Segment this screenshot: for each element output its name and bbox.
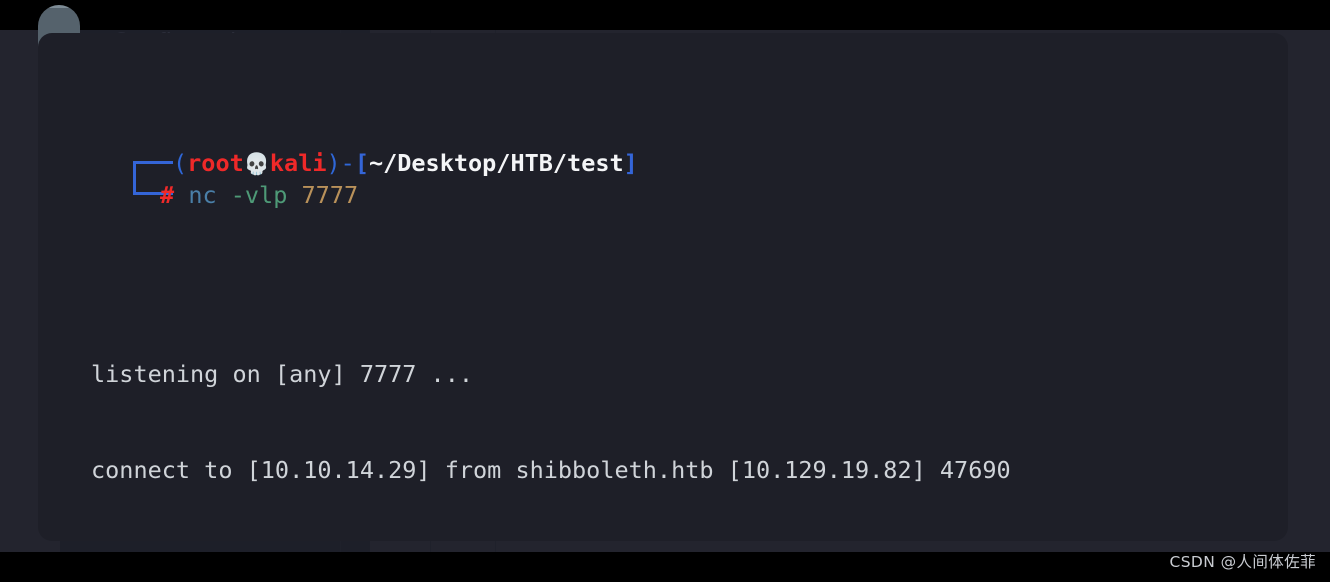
watermark: CSDN @人间体佐菲 — [1169, 553, 1316, 571]
output-line: listening on [any] 7777 ... — [91, 360, 474, 389]
terminal-output[interactable]: listening on [any] 7777 ... connect to [… — [38, 33, 1288, 541]
screenshot-root: Configuration ^ Host groups Templates Ma… — [0, 0, 1330, 582]
prompt-line-command: # nc -vlp 7777 — [160, 181, 359, 209]
terminal-window[interactable]: listening on [any] 7777 ... connect to [… — [38, 33, 1288, 541]
output-line: connect to [10.10.14.29] from shibboleth… — [91, 455, 1011, 484]
skull-icon: 💀 — [243, 152, 270, 176]
prompt-line-user-host-path: (root💀kali)-[~/Desktop/HTB/test] — [173, 149, 638, 177]
